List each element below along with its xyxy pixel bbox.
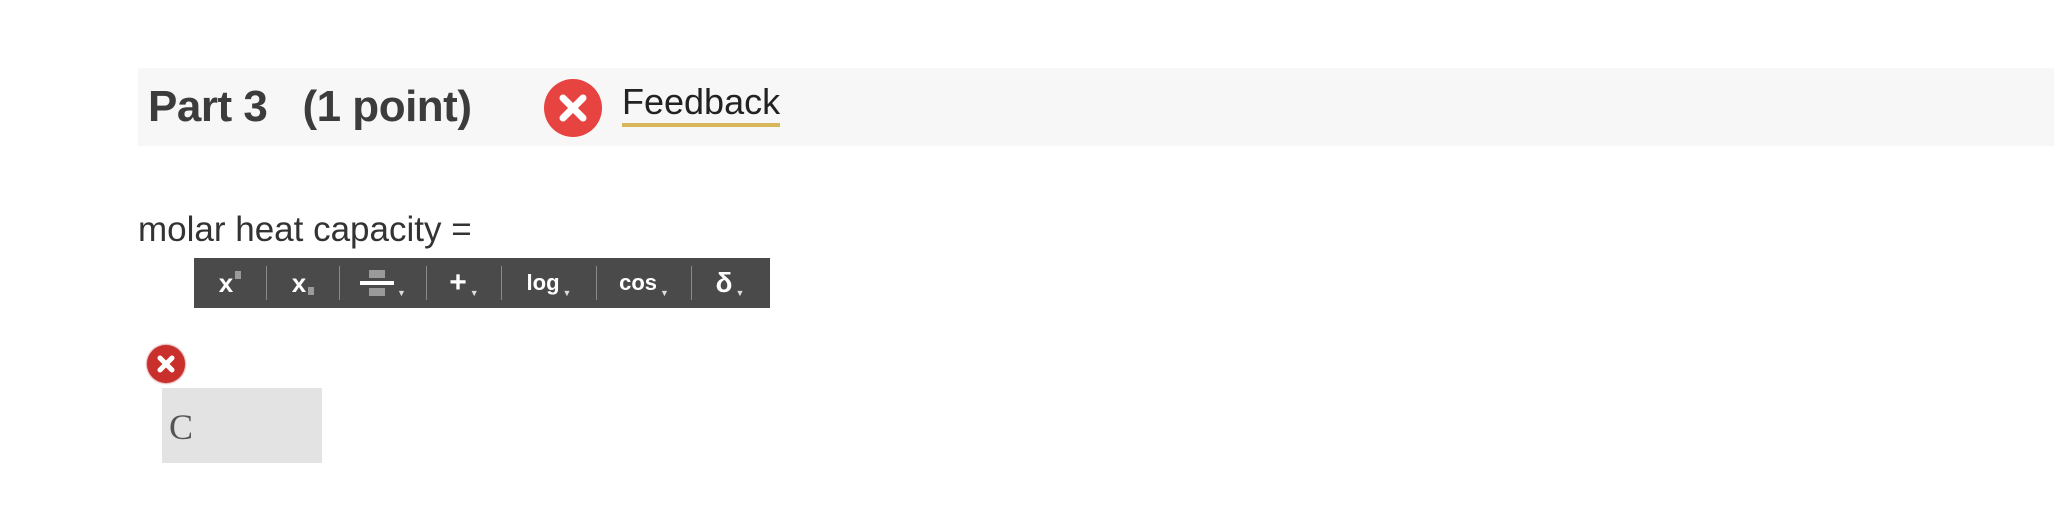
feedback-link[interactable]: Feedback <box>622 82 781 127</box>
answer-value: C <box>169 407 194 447</box>
question-prompt: molar heat capacity = <box>138 210 472 249</box>
superscript-button[interactable]: x <box>194 258 266 308</box>
chevron-down-icon: ▼ <box>735 288 745 298</box>
error-circle-icon <box>544 79 602 137</box>
greek-label: δ <box>715 267 733 298</box>
trig-button[interactable]: cos ▼ <box>597 258 691 308</box>
chevron-down-icon: ▼ <box>397 288 406 298</box>
subscript-button[interactable]: x <box>267 258 339 308</box>
superscript-label: x <box>218 267 234 298</box>
operators-label: + <box>449 266 467 299</box>
fraction-icon <box>360 270 395 296</box>
part-title: Part 3 (1 point) <box>148 82 472 131</box>
greek-button[interactable]: δ ▼ <box>692 258 768 308</box>
fraction-button[interactable]: ▼ <box>340 258 426 308</box>
answer-input[interactable]: C <box>162 388 322 463</box>
error-icon <box>147 345 185 383</box>
chevron-down-icon: ▼ <box>562 288 572 298</box>
part-header: Part 3 (1 point) Feedback <box>138 68 2054 146</box>
trig-label: cos <box>619 270 657 295</box>
subscript-box-icon <box>308 287 315 295</box>
operators-button[interactable]: + ▼ <box>427 258 501 308</box>
chevron-down-icon: ▼ <box>469 288 479 298</box>
subscript-label: x <box>291 267 307 298</box>
log-button[interactable]: log ▼ <box>502 258 596 308</box>
chevron-down-icon: ▼ <box>660 288 669 298</box>
math-toolbar: x x ▼ + ▼ log ▼ cos ▼ δ ▼ <box>194 258 770 308</box>
log-label: log <box>526 270 560 295</box>
superscript-box-icon <box>235 271 242 279</box>
